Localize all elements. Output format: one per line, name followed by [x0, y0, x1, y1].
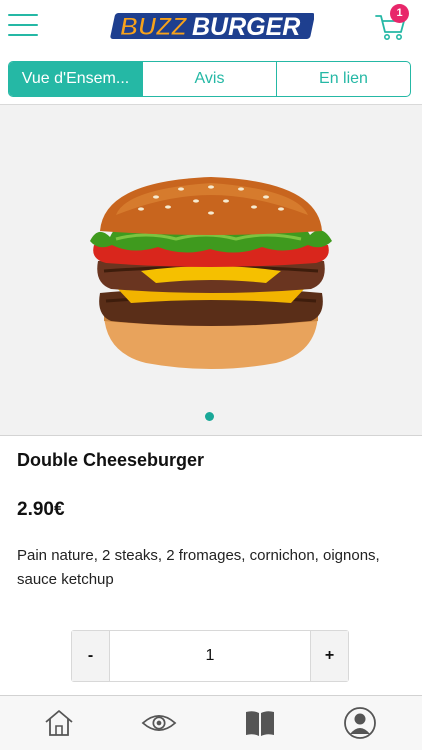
tab-related[interactable]: En lien: [276, 62, 410, 96]
product-name: Double Cheeseburger: [17, 450, 205, 470]
product-price: 2.90€: [17, 499, 65, 520]
bottom-navigation: [0, 695, 422, 750]
user-icon[interactable]: [342, 705, 378, 741]
eye-icon[interactable]: [141, 705, 177, 741]
cart-count-badge: 1: [390, 4, 409, 23]
product-tabs: Vue d'Ensem... Avis En lien: [8, 61, 411, 97]
decrease-quantity-button[interactable]: -: [72, 631, 110, 681]
gallery-page-indicator[interactable]: [205, 412, 214, 421]
product-image-gallery[interactable]: [0, 105, 422, 435]
book-icon[interactable]: [242, 705, 278, 741]
svg-text:BUZZ: BUZZ: [120, 13, 188, 41]
quantity-value: 1: [205, 647, 215, 664]
tab-reviews[interactable]: Avis: [142, 62, 276, 96]
home-icon[interactable]: [41, 705, 77, 741]
buzzburger-logo: BUZZ BURGER: [110, 13, 314, 42]
divider: [0, 435, 422, 436]
increase-quantity-button[interactable]: +: [310, 631, 348, 681]
app-header: BUZZ BURGER 1: [0, 0, 422, 52]
product-description: Pain nature, 2 steaks, 2 fromages, corni…: [17, 547, 380, 588]
tab-overview[interactable]: Vue d'Ensem...: [9, 62, 142, 96]
quantity-stepper: - 1 +: [71, 630, 349, 682]
svg-text:BURGER: BURGER: [192, 13, 300, 41]
menu-icon[interactable]: [8, 12, 40, 38]
burger-image: [90, 177, 332, 369]
